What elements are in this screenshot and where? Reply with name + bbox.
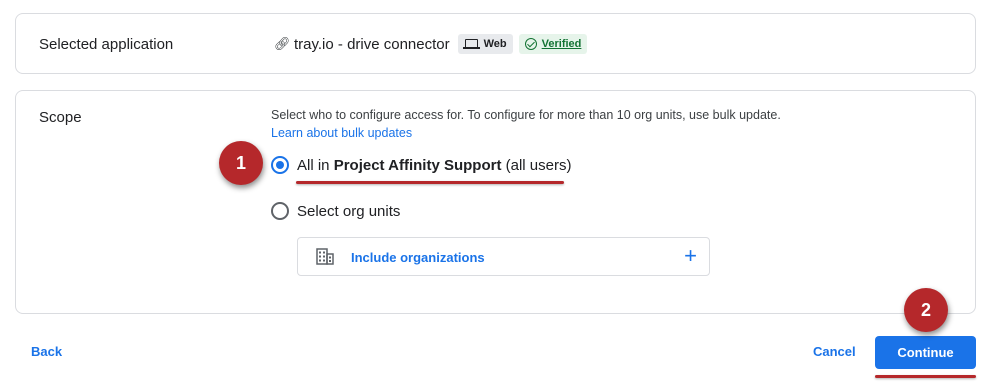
check-circle-icon <box>524 38 537 50</box>
radio-org-units-label: Select org units <box>297 202 401 220</box>
org-name: Project Affinity Support <box>333 156 502 174</box>
radio-option-all-users[interactable]: All in Project Affinity Support (all use… <box>271 156 571 174</box>
cancel-button[interactable]: Cancel <box>813 344 856 359</box>
web-platform-chip: Web <box>457 34 513 54</box>
web-chip-label: Web <box>483 38 507 50</box>
link-icon: 🔗︎ <box>274 36 291 51</box>
annotation-underline-1 <box>296 181 564 184</box>
scope-description: Select who to configure access for. To c… <box>271 108 781 122</box>
building-icon <box>316 248 334 265</box>
radio-all-users-label: All in Project Affinity Support (all use… <box>297 157 571 174</box>
continue-button[interactable]: Continue <box>875 336 976 369</box>
radio-all-users-button[interactable] <box>271 156 289 174</box>
bulk-updates-link[interactable]: Learn about bulk updates <box>271 126 412 140</box>
radio-org-units-button[interactable] <box>271 202 289 220</box>
selected-application-card: Selected application 🔗︎ tray.io - drive … <box>15 13 976 74</box>
annotation-badge-1: 1 <box>219 141 263 185</box>
verified-chip-label[interactable]: Verified <box>542 38 582 50</box>
application-name: tray.io - drive connector <box>294 35 450 53</box>
plus-icon[interactable]: + <box>684 244 697 268</box>
scope-card: Scope Select who to configure access for… <box>15 90 976 314</box>
laptop-icon <box>462 39 480 49</box>
all-in-prefix: All in <box>297 156 334 174</box>
verified-chip[interactable]: Verified <box>518 34 588 54</box>
selected-application-label: Selected application <box>39 36 174 53</box>
annotation-badge-2: 2 <box>904 288 948 332</box>
annotation-underline-2 <box>875 375 976 378</box>
radio-option-org-units[interactable]: Select org units <box>271 202 400 220</box>
scope-label: Scope <box>39 109 82 126</box>
application-info: 🔗︎ tray.io - drive connector Web Verifie… <box>274 34 588 54</box>
include-organizations-row[interactable]: Include organizations + <box>297 237 710 276</box>
include-organizations-label[interactable]: Include organizations <box>351 250 485 265</box>
all-users-suffix: (all users) <box>501 156 572 174</box>
back-button[interactable]: Back <box>31 344 62 359</box>
